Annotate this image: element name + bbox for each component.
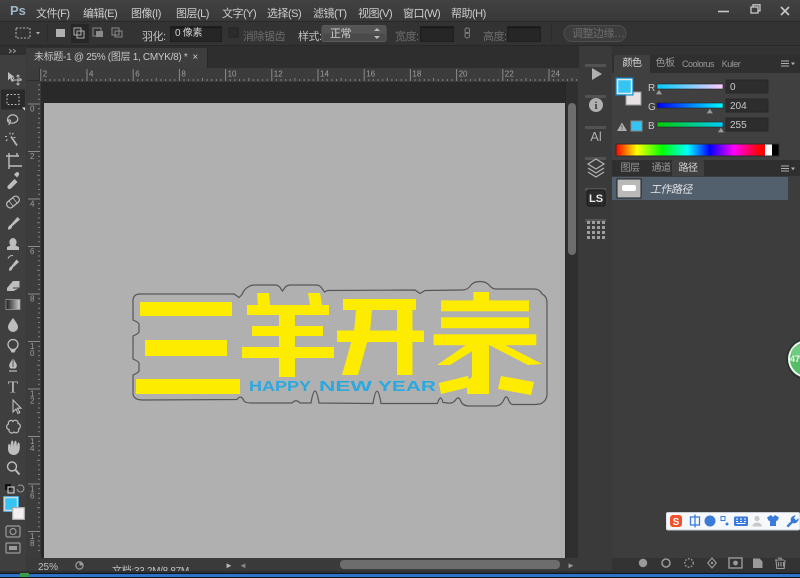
- svg-text:0: 0: [30, 105, 35, 114]
- svg-text:22: 22: [505, 70, 514, 79]
- svg-text:2: 2: [30, 397, 35, 406]
- svg-text:2: 2: [30, 152, 35, 161]
- svg-text:NEW: NEW: [319, 378, 373, 395]
- svg-text:LS: LS: [589, 193, 603, 205]
- svg-text:调整边缘…: 调整边缘…: [572, 26, 625, 40]
- svg-text:6: 6: [30, 492, 35, 501]
- svg-text:20: 20: [459, 70, 468, 79]
- svg-text:18: 18: [412, 70, 421, 79]
- svg-text:4: 4: [89, 70, 94, 79]
- svg-text:Al: Al: [590, 129, 602, 144]
- svg-text:B: B: [648, 121, 655, 132]
- svg-text:10: 10: [228, 70, 237, 79]
- svg-text:YEAR: YEAR: [378, 378, 436, 395]
- svg-text:47: 47: [790, 354, 800, 364]
- svg-text:2: 2: [43, 70, 48, 79]
- svg-text:12: 12: [274, 70, 283, 79]
- svg-text:6: 6: [30, 247, 35, 256]
- svg-text:0: 0: [30, 349, 35, 358]
- svg-text:16: 16: [366, 70, 375, 79]
- svg-text:8: 8: [181, 70, 186, 79]
- svg-text:4: 4: [30, 200, 35, 209]
- svg-text:8: 8: [30, 295, 35, 304]
- svg-text:G: G: [648, 102, 656, 113]
- svg-text:204: 204: [730, 101, 747, 112]
- svg-text:4: 4: [30, 444, 35, 453]
- svg-text:0: 0: [730, 82, 736, 93]
- svg-text:正常: 正常: [330, 27, 351, 40]
- svg-text:255: 255: [730, 120, 747, 131]
- svg-text:6: 6: [135, 70, 140, 79]
- svg-text:工作路径: 工作路径: [649, 183, 694, 196]
- svg-text:24: 24: [551, 70, 560, 79]
- svg-text:S: S: [673, 517, 680, 528]
- svg-text:8: 8: [30, 539, 35, 548]
- svg-text:HAPPY: HAPPY: [249, 378, 311, 395]
- svg-text:!: !: [621, 125, 623, 132]
- svg-text:R: R: [648, 83, 655, 94]
- svg-text:i: i: [594, 100, 597, 112]
- svg-text:T: T: [8, 378, 19, 397]
- svg-text:14: 14: [320, 70, 329, 79]
